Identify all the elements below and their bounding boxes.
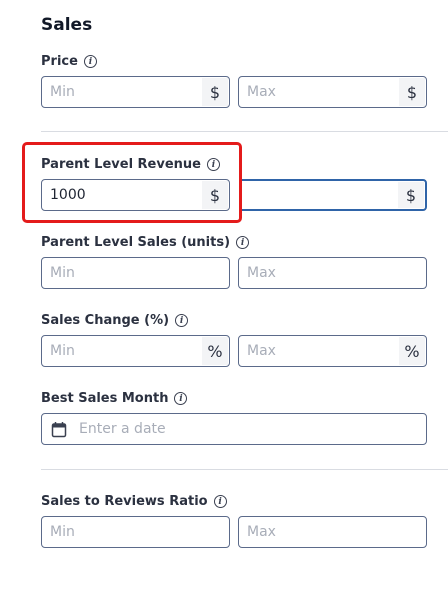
best-month-input[interactable] [79, 414, 379, 444]
reviews-ratio-label: Sales to Reviews Ratio i [41, 494, 227, 509]
info-icon[interactable]: i [83, 55, 97, 68]
sales-change-label: Sales Change (%) i [41, 313, 189, 328]
section-title: Sales [41, 15, 93, 35]
dollar-suffix: $ [202, 181, 228, 209]
price-min-input[interactable] [50, 77, 190, 107]
sales-change-max-input[interactable] [247, 336, 387, 366]
best-month-field[interactable] [41, 413, 427, 445]
parent-revenue-max-field[interactable]: $ [238, 179, 427, 211]
sales-change-min-input[interactable] [50, 336, 190, 366]
price-max-input[interactable] [247, 77, 387, 107]
reviews-ratio-label-text: Sales to Reviews Ratio [41, 494, 208, 509]
info-icon[interactable]: i [175, 314, 189, 327]
parent-revenue-max-input[interactable] [248, 181, 388, 211]
sales-change-label-text: Sales Change (%) [41, 313, 170, 328]
reviews-ratio-min-field[interactable] [41, 516, 230, 548]
parent-sales-max-field[interactable] [238, 257, 427, 289]
parent-sales-label: Parent Level Sales (units) i [41, 235, 250, 250]
parent-sales-min-field[interactable] [41, 257, 230, 289]
dollar-suffix: $ [202, 78, 228, 106]
reviews-ratio-max-input[interactable] [247, 517, 387, 547]
reviews-ratio-min-input[interactable] [50, 517, 190, 547]
parent-sales-label-text: Parent Level Sales (units) [41, 235, 231, 250]
price-label: Price i [41, 54, 97, 69]
price-max-field[interactable]: $ [238, 76, 427, 108]
parent-revenue-min-field[interactable]: $ [41, 179, 230, 211]
reviews-ratio-max-field[interactable] [238, 516, 427, 548]
best-month-label-text: Best Sales Month [41, 391, 169, 406]
info-icon[interactable]: i [236, 236, 250, 249]
divider [41, 131, 448, 132]
parent-revenue-label-text: Parent Level Revenue [41, 157, 201, 172]
price-min-field[interactable]: $ [41, 76, 230, 108]
parent-revenue-label-overlay: Parent Level Revenue i [41, 157, 220, 172]
info-icon[interactable]: i [207, 158, 220, 171]
parent-revenue-min-input[interactable] [50, 180, 190, 210]
dollar-suffix: $ [398, 182, 424, 208]
percent-suffix: % [399, 337, 425, 365]
percent-suffix: % [202, 337, 228, 365]
best-month-label: Best Sales Month i [41, 391, 188, 406]
price-label-text: Price [41, 54, 78, 69]
dollar-suffix: $ [399, 78, 425, 106]
parent-sales-min-input[interactable] [50, 258, 190, 288]
parent-sales-max-input[interactable] [247, 258, 387, 288]
sales-change-max-field[interactable]: % [238, 335, 427, 367]
divider [41, 469, 448, 470]
info-icon[interactable]: i [174, 392, 188, 405]
calendar-icon[interactable] [51, 421, 67, 442]
sales-change-min-field[interactable]: % [41, 335, 230, 367]
info-icon[interactable]: i [213, 495, 227, 508]
